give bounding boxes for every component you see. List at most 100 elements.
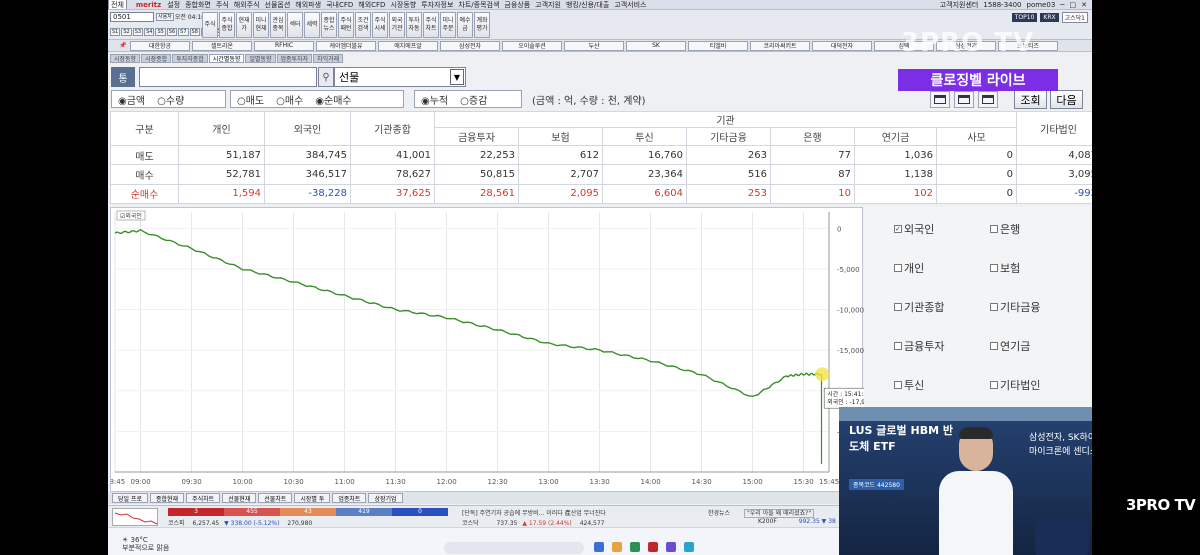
radio-quantity[interactable]: ○수량	[157, 92, 184, 107]
radio-net-buy[interactable]: ◉순매수	[315, 92, 351, 107]
screen-slot-button[interactable]: S3	[132, 28, 144, 36]
view-tab[interactable]: 업종투자자	[276, 53, 313, 63]
menu-item[interactable]: 고객서비스	[614, 0, 646, 9]
investor-checkbox[interactable]: 연기금	[990, 338, 1030, 354]
screen-tab[interactable]: 선물차트	[258, 493, 293, 503]
support-center[interactable]: 고객지원센터	[940, 0, 979, 9]
favorite-stock-button[interactable]: 삼성전자	[440, 40, 500, 51]
tool-button[interactable]: 섹터	[287, 12, 303, 38]
app-icon[interactable]	[666, 542, 676, 552]
checkbox-icon[interactable]	[894, 303, 902, 311]
tool-button[interactable]: 계좌평가	[474, 12, 490, 38]
menu-item[interactable]: 차트/종목검색	[458, 0, 499, 9]
screen-slot-button[interactable]: S8	[189, 28, 200, 36]
screen-slot-button[interactable]: S1	[110, 28, 121, 36]
favorite-stock-button[interactable]: SK	[626, 40, 686, 51]
favorite-stock-button[interactable]: 티엘비	[688, 40, 748, 51]
view-tab[interactable]: 차익거래	[313, 53, 344, 63]
top10-badge[interactable]: TOP10	[1011, 13, 1038, 22]
tool-button[interactable]: 투자자동	[406, 12, 422, 38]
favorite-stock-button[interactable]: 케이엠더블유	[316, 40, 376, 51]
goal-label[interactable]: 고스닥1	[1061, 12, 1088, 23]
favorite-stock-button[interactable]: 대한항공	[130, 40, 190, 51]
menu-item[interactable]: 투자자정보	[421, 0, 453, 9]
investor-checkbox[interactable]: 개인	[894, 260, 924, 276]
favorite-stock-button[interactable]: 에치에프알	[378, 40, 438, 51]
screen-slot-button[interactable]: S2	[121, 28, 132, 36]
app-icon[interactable]	[594, 542, 604, 552]
screen-tab[interactable]: 업종차트	[332, 493, 367, 503]
screen-tab[interactable]: 주식차트	[186, 493, 221, 503]
checkbox-icon[interactable]	[894, 264, 902, 272]
view-tab[interactable]: 시장종합	[141, 53, 172, 63]
tool-button[interactable]: 외국기관	[389, 12, 405, 38]
tool-button[interactable]: 관심종목	[270, 12, 286, 38]
investor-checkbox[interactable]: 은행	[990, 221, 1020, 237]
favorite-stock-button[interactable]: 코리아써키트	[750, 40, 810, 51]
investor-checkbox[interactable]: 금융투자	[894, 338, 944, 354]
tool-button[interactable]: 미니주문	[440, 12, 456, 38]
screen-tab[interactable]: 당일 프로	[112, 493, 148, 503]
investor-checkbox[interactable]: 기관종합	[894, 299, 944, 315]
lookup-button[interactable]: 조회	[1014, 90, 1047, 109]
app-icon[interactable]	[684, 542, 694, 552]
screen-tab[interactable]: 시장별 투	[294, 493, 331, 503]
screen-code-input[interactable]: 0501	[110, 12, 154, 22]
tool-button[interactable]: 미니현재	[253, 12, 269, 38]
checkbox-icon[interactable]	[990, 264, 998, 272]
menu-item[interactable]: 고객지원	[535, 0, 561, 9]
checkbox-icon[interactable]	[990, 303, 998, 311]
menu-item[interactable]: 주식	[216, 0, 229, 9]
favorite-stock-button[interactable]: 두산	[564, 40, 624, 51]
maximize-icon[interactable]: □	[1070, 1, 1077, 9]
checkbox-icon[interactable]	[894, 381, 902, 389]
chevron-down-icon[interactable]: ▼	[450, 69, 464, 85]
tool-button[interactable]: 주식차트	[423, 12, 439, 38]
radio-amount[interactable]: ◉금액	[118, 92, 145, 107]
screen-slot-button[interactable]: S6	[166, 28, 178, 36]
favorite-stock-button[interactable]: 오이솔루션	[502, 40, 562, 51]
chart-view-icon[interactable]	[954, 91, 974, 108]
menu-item[interactable]: 뱅킹/신용/대출	[566, 0, 609, 9]
screen-tab[interactable]: 선물현재	[222, 493, 257, 503]
tool-button[interactable]: 종합뉴스	[321, 12, 337, 38]
menu-item[interactable]: 금융상품	[504, 0, 530, 9]
close-icon[interactable]: ✕	[1081, 1, 1087, 9]
menu-item[interactable]: 설정	[167, 0, 180, 9]
taskbar-search[interactable]	[444, 542, 584, 554]
investor-checkbox[interactable]: 기타법인	[990, 377, 1040, 393]
foreign-net-chart[interactable]: 08:45 09:00 09:30 10:00 10:30 11:00 11:30 12:00…	[108, 207, 889, 492]
tool-button[interactable]: 현재가	[236, 12, 252, 38]
favorite-stock-button[interactable]: 셀트리온	[192, 40, 252, 51]
weather-widget[interactable]: ☀ 36°C 부분적으로 맑음	[122, 536, 169, 552]
checkbox-icon[interactable]	[990, 225, 998, 233]
menu-item[interactable]: 선물옵션	[265, 0, 291, 9]
investor-checkbox[interactable]: 보험	[990, 260, 1020, 276]
krx-badge[interactable]: KRX	[1040, 13, 1059, 22]
radio-sell[interactable]: ○매도	[237, 92, 264, 107]
instrument-select[interactable]: 선물 ▼	[334, 67, 466, 87]
favorite-stock-button[interactable]: 대덕전자	[812, 40, 872, 51]
menu-item[interactable]: 해외CFD	[358, 0, 385, 9]
checkbox-icon[interactable]	[894, 342, 902, 350]
menu-item[interactable]: 해외파생	[295, 0, 321, 9]
menu-item[interactable]: 종합화면	[185, 0, 211, 9]
news-source[interactable]: 한경뉴스 "우리 아들 왜 때리셨죠?"	[708, 508, 815, 518]
tool-button[interactable]: 주식종합	[219, 12, 235, 38]
view-tab[interactable]: 투자자종합	[172, 53, 208, 63]
screen-tab[interactable]: 상장기업	[368, 493, 403, 503]
menu-item[interactable]: 해외주식	[234, 0, 260, 9]
screen-slot-button[interactable]: S7	[178, 28, 189, 36]
next-button[interactable]: 다음	[1050, 90, 1083, 109]
menu-item[interactable]: 국내CFD	[326, 0, 353, 9]
app-icon[interactable]	[648, 542, 658, 552]
checkbox-icon[interactable]	[990, 342, 998, 350]
view-tab[interactable]: 시장동향	[110, 53, 141, 63]
checkbox-icon[interactable]: ✓	[894, 225, 902, 233]
menu-item[interactable]: 시장동향	[390, 0, 416, 9]
screen-tab[interactable]: 종합현재	[150, 493, 185, 503]
tool-button[interactable]: 주식패턴	[338, 12, 354, 38]
app-icon[interactable]	[612, 542, 622, 552]
view-tab[interactable]: 일별동향	[245, 53, 276, 63]
screen-slot-button[interactable]: S5	[155, 28, 166, 36]
